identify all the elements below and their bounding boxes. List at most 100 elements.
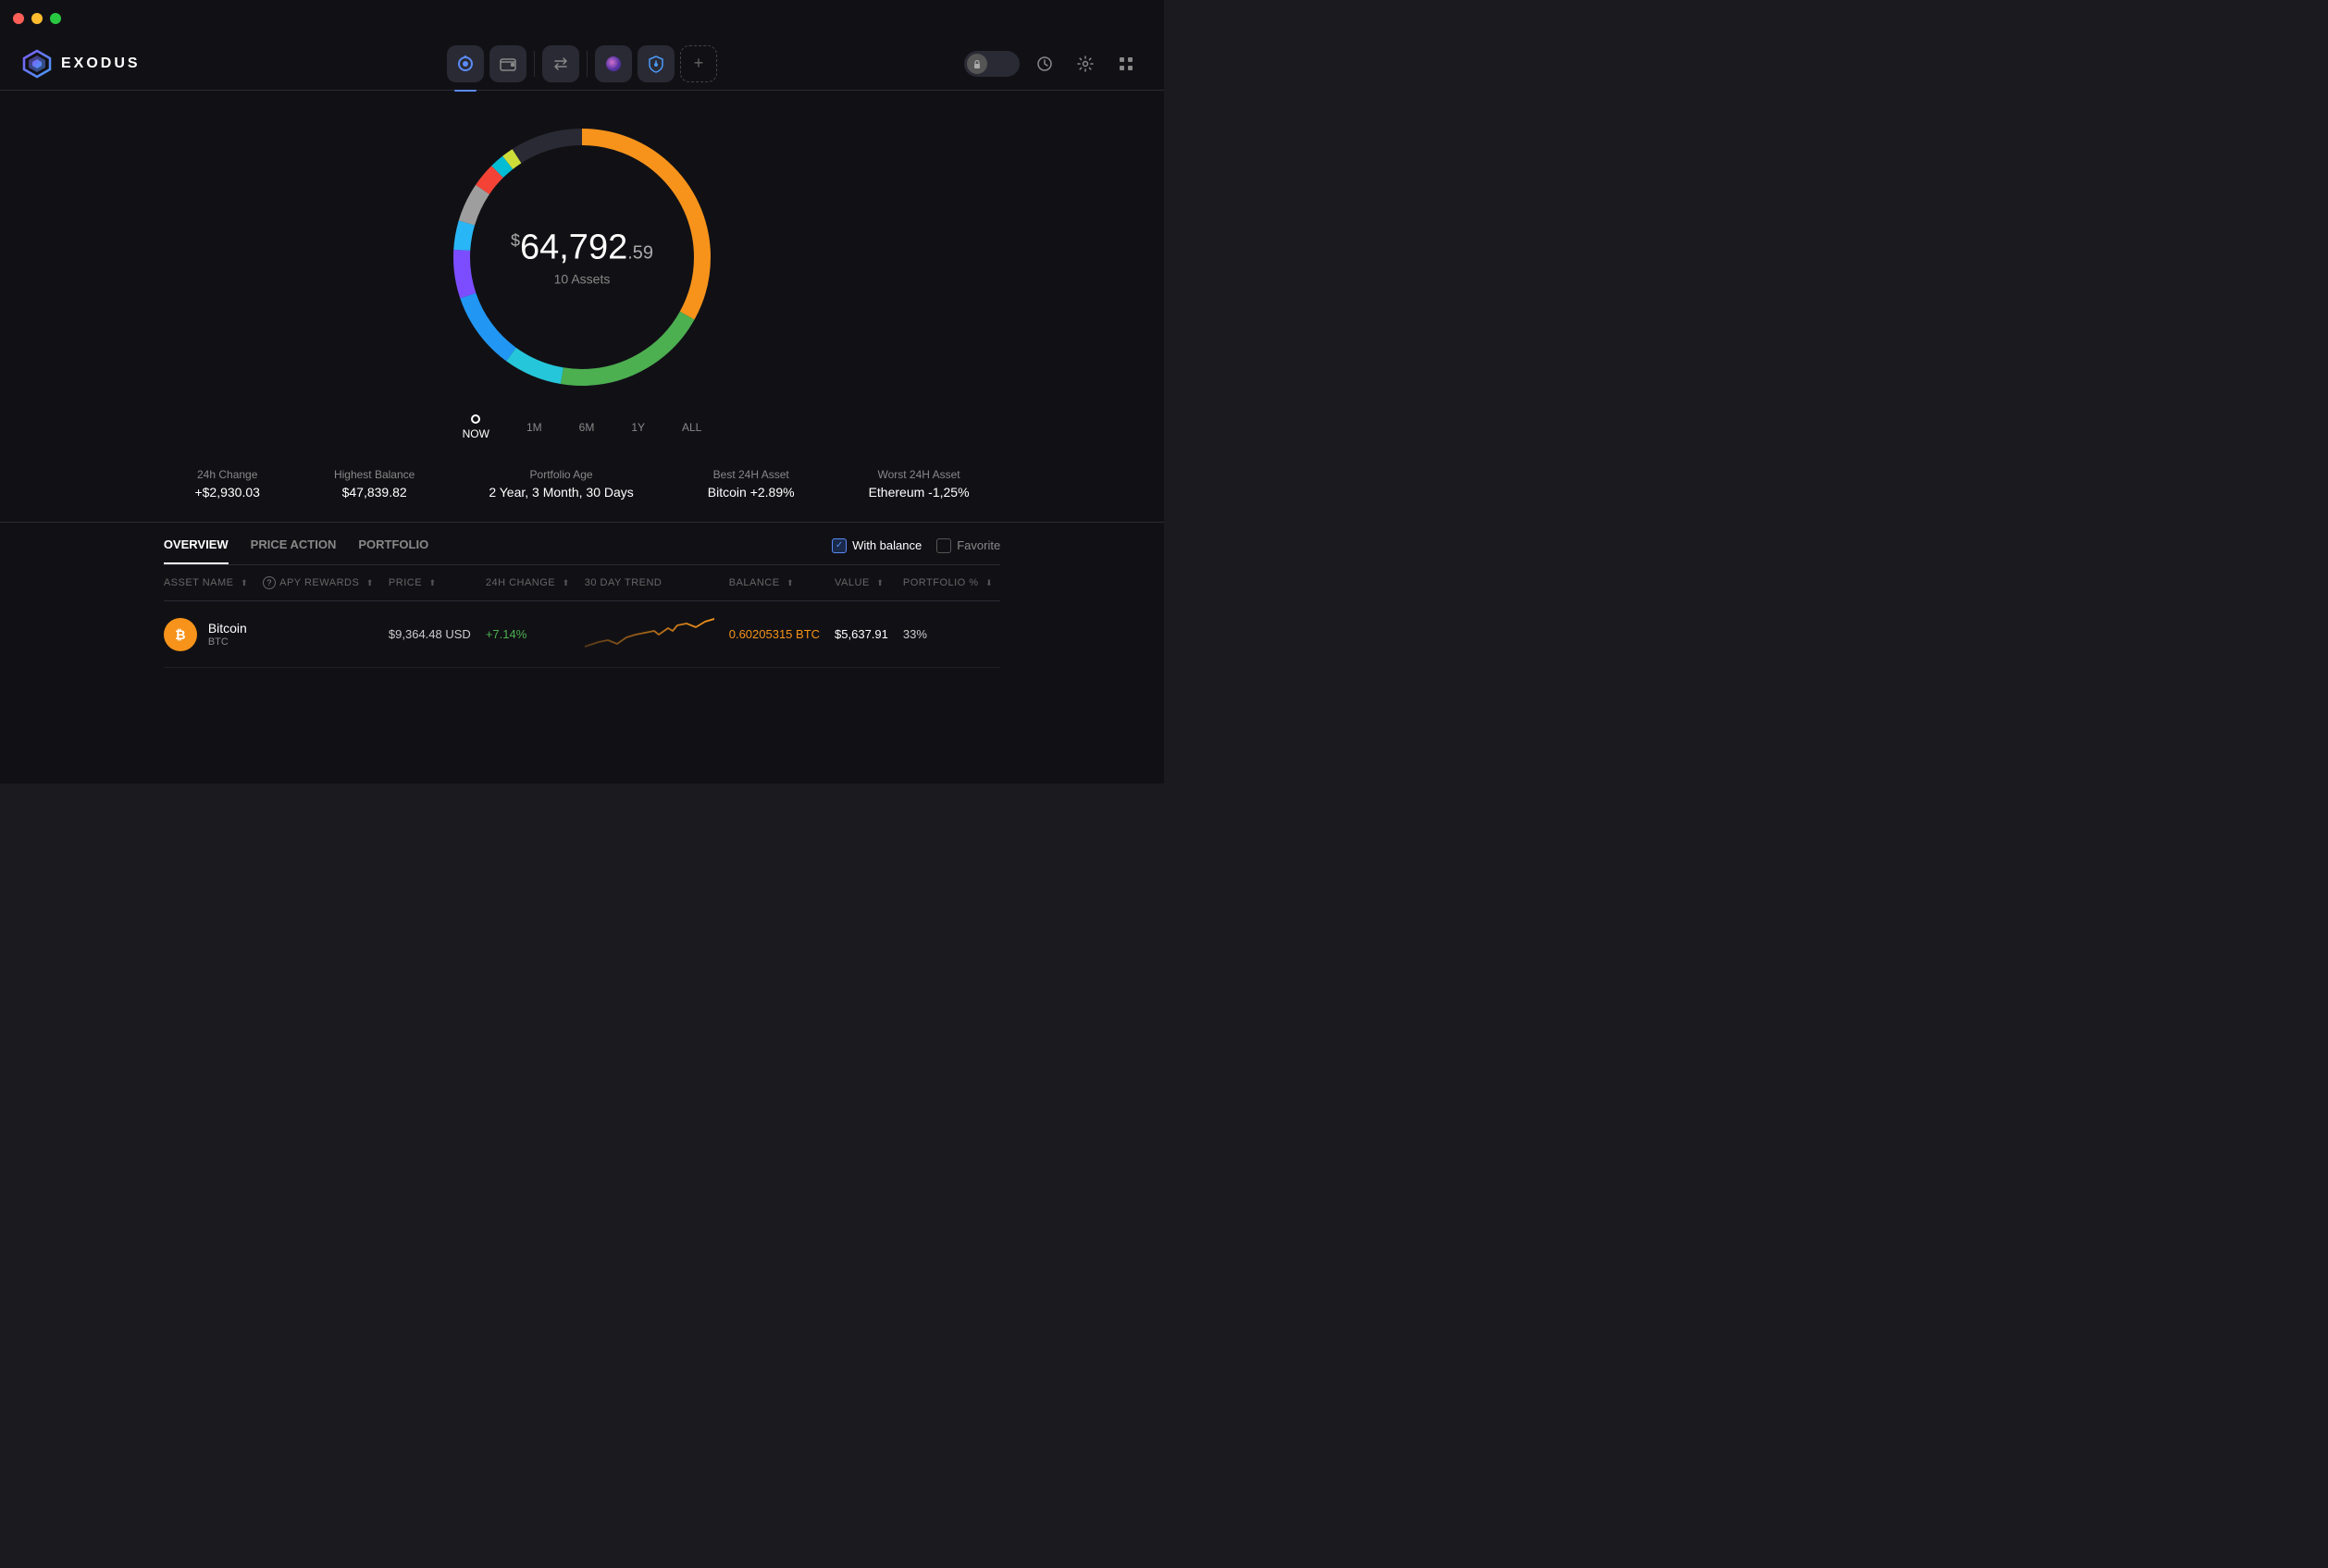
stat-label-highest: Highest Balance <box>334 468 415 481</box>
btc-change: +7.14% <box>486 627 526 641</box>
td-apy <box>255 601 381 668</box>
th-apy-rewards[interactable]: ?APY REWARDS ⬆ <box>255 565 381 601</box>
th-balance[interactable]: BALANCE ⬆ <box>722 565 827 601</box>
sort-icon-apy: ⬆ <box>366 578 374 588</box>
btc-price: $9,364.48 USD <box>389 627 471 641</box>
lock-toggle[interactable] <box>964 51 1020 77</box>
grid-button[interactable] <box>1110 48 1142 80</box>
donut-center: $64,792.59 10 Assets <box>511 228 653 287</box>
nav-divider-2 <box>587 51 588 77</box>
nav-center: + <box>447 45 717 82</box>
timeline-label-1y[interactable]: 1Y <box>631 421 645 434</box>
main-content: $64,792.59 10 Assets NOW 1M 6M 1Y ALL 24… <box>0 91 1164 784</box>
stat-best-24h: Best 24H Asset Bitcoin +2.89% <box>708 468 795 500</box>
history-button[interactable] <box>1029 48 1060 80</box>
timeline-label-6m[interactable]: 6M <box>579 421 595 434</box>
stat-label-24h: 24h Change <box>194 468 259 481</box>
help-icon-apy[interactable]: ? <box>263 576 276 589</box>
checkbox-favorite <box>936 538 951 553</box>
sort-icon-asset: ⬆ <box>241 578 248 588</box>
table-header-row: ASSET NAME ⬆ ?APY REWARDS ⬆ PRICE ⬆ 24H … <box>164 565 1000 601</box>
timeline-dot <box>471 414 480 424</box>
donut-chart: $64,792.59 10 Assets <box>434 109 730 405</box>
settings-button[interactable] <box>1070 48 1101 80</box>
timeline-label-all[interactable]: ALL <box>682 421 701 434</box>
tab-price-action[interactable]: PRICE ACTION <box>251 537 337 564</box>
asset-identity-btc: ₿ Bitcoin BTC <box>164 618 248 651</box>
filter-with-balance[interactable]: ✓ With balance <box>832 538 922 553</box>
table-section: OVERVIEW PRICE ACTION PORTFOLIO ✓ With b… <box>127 523 1037 668</box>
portfolio-amount: $64,792.59 <box>511 228 653 268</box>
btc-value: $5,637.91 <box>835 627 888 641</box>
nav-divider-1 <box>534 51 535 77</box>
exodus-logo-icon <box>22 49 52 79</box>
stat-portfolio-age: Portfolio Age 2 Year, 3 Month, 30 Days <box>489 468 633 500</box>
filter-favorite[interactable]: Favorite <box>936 538 1000 553</box>
btc-name-block: Bitcoin BTC <box>208 621 247 648</box>
btc-portfolio-pct: 33% <box>903 627 927 641</box>
stat-value-age: 2 Year, 3 Month, 30 Days <box>489 485 633 500</box>
btc-coin-icon: ₿ <box>164 618 197 651</box>
sort-icon-change: ⬆ <box>563 578 570 588</box>
stat-value-worst: Ethereum -1,25% <box>869 485 970 500</box>
nav-exchange-button[interactable] <box>542 45 579 82</box>
sort-icon-portfolio: ⬇ <box>985 578 993 588</box>
titlebar <box>0 0 1164 37</box>
td-balance: 0.60205315 BTC <box>722 601 827 668</box>
th-value[interactable]: VALUE ⬆ <box>827 565 896 601</box>
table-body: ₿ Bitcoin BTC $9, <box>164 601 1000 668</box>
logo-text: EXODUS <box>61 56 141 72</box>
asset-table: ASSET NAME ⬆ ?APY REWARDS ⬆ PRICE ⬆ 24H … <box>164 565 1000 668</box>
nav-shield-button[interactable] <box>638 45 675 82</box>
th-asset-name[interactable]: ASSET NAME ⬆ <box>164 565 255 601</box>
td-asset-identity: ₿ Bitcoin BTC <box>164 601 255 668</box>
stat-highest-balance: Highest Balance $47,839.82 <box>334 468 415 500</box>
timeline-label-now[interactable]: NOW <box>463 427 489 440</box>
traffic-light-red[interactable] <box>13 13 24 24</box>
th-24h-change[interactable]: 24H CHANGE ⬆ <box>478 565 577 601</box>
stat-label-age: Portfolio Age <box>489 468 633 481</box>
stat-worst-24h: Worst 24H Asset Ethereum -1,25% <box>869 468 970 500</box>
logo-area: EXODUS <box>22 49 141 79</box>
timeline-label-1m[interactable]: 1M <box>526 421 542 434</box>
td-price: $9,364.48 USD <box>381 601 478 668</box>
stat-24h-change: 24h Change +$2,930.03 <box>194 468 259 500</box>
nav-portfolio-button[interactable] <box>447 45 484 82</box>
timeline-now: NOW <box>463 414 489 440</box>
stat-label-best: Best 24H Asset <box>708 468 795 481</box>
header: EXODUS <box>0 37 1164 91</box>
btc-ticker: BTC <box>208 636 247 648</box>
nav-right <box>964 48 1142 80</box>
nav-nft-button[interactable] <box>595 45 632 82</box>
portfolio-assets-label: 10 Assets <box>511 272 653 287</box>
filter-favorite-label: Favorite <box>957 538 1000 552</box>
td-portfolio-pct: 33% <box>896 601 1000 668</box>
tabs-row: OVERVIEW PRICE ACTION PORTFOLIO ✓ With b… <box>164 523 1000 565</box>
sort-icon-price: ⬆ <box>429 578 437 588</box>
traffic-light-green[interactable] <box>50 13 61 24</box>
nav-wallet-button[interactable] <box>489 45 526 82</box>
tab-overview[interactable]: OVERVIEW <box>164 537 229 564</box>
stat-value-best: Bitcoin +2.89% <box>708 485 795 500</box>
table-header: ASSET NAME ⬆ ?APY REWARDS ⬆ PRICE ⬆ 24H … <box>164 565 1000 601</box>
btc-balance: 0.60205315 BTC <box>729 627 820 641</box>
stat-value-highest: $47,839.82 <box>334 485 415 500</box>
timeline: NOW 1M 6M 1Y ALL <box>463 414 702 450</box>
th-30d-trend: 30 DAY TREND <box>577 565 722 601</box>
btc-sparkline <box>585 614 714 651</box>
btc-name: Bitcoin <box>208 621 247 636</box>
td-value: $5,637.91 <box>827 601 896 668</box>
table-row[interactable]: ₿ Bitcoin BTC $9, <box>164 601 1000 668</box>
portfolio-section: $64,792.59 10 Assets NOW 1M 6M 1Y ALL 24… <box>0 91 1164 668</box>
th-price[interactable]: PRICE ⬆ <box>381 565 478 601</box>
th-portfolio-pct[interactable]: PORTFOLIO % ⬇ <box>896 565 1000 601</box>
nav-add-button[interactable]: + <box>680 45 717 82</box>
filter-with-balance-label: With balance <box>852 538 922 552</box>
stat-label-worst: Worst 24H Asset <box>869 468 970 481</box>
sort-icon-balance: ⬆ <box>786 578 794 588</box>
tab-portfolio[interactable]: PORTFOLIO <box>358 537 428 564</box>
traffic-light-yellow[interactable] <box>31 13 43 24</box>
td-trend <box>577 601 722 668</box>
sort-icon-value: ⬆ <box>876 578 884 588</box>
checkbox-with-balance: ✓ <box>832 538 847 553</box>
